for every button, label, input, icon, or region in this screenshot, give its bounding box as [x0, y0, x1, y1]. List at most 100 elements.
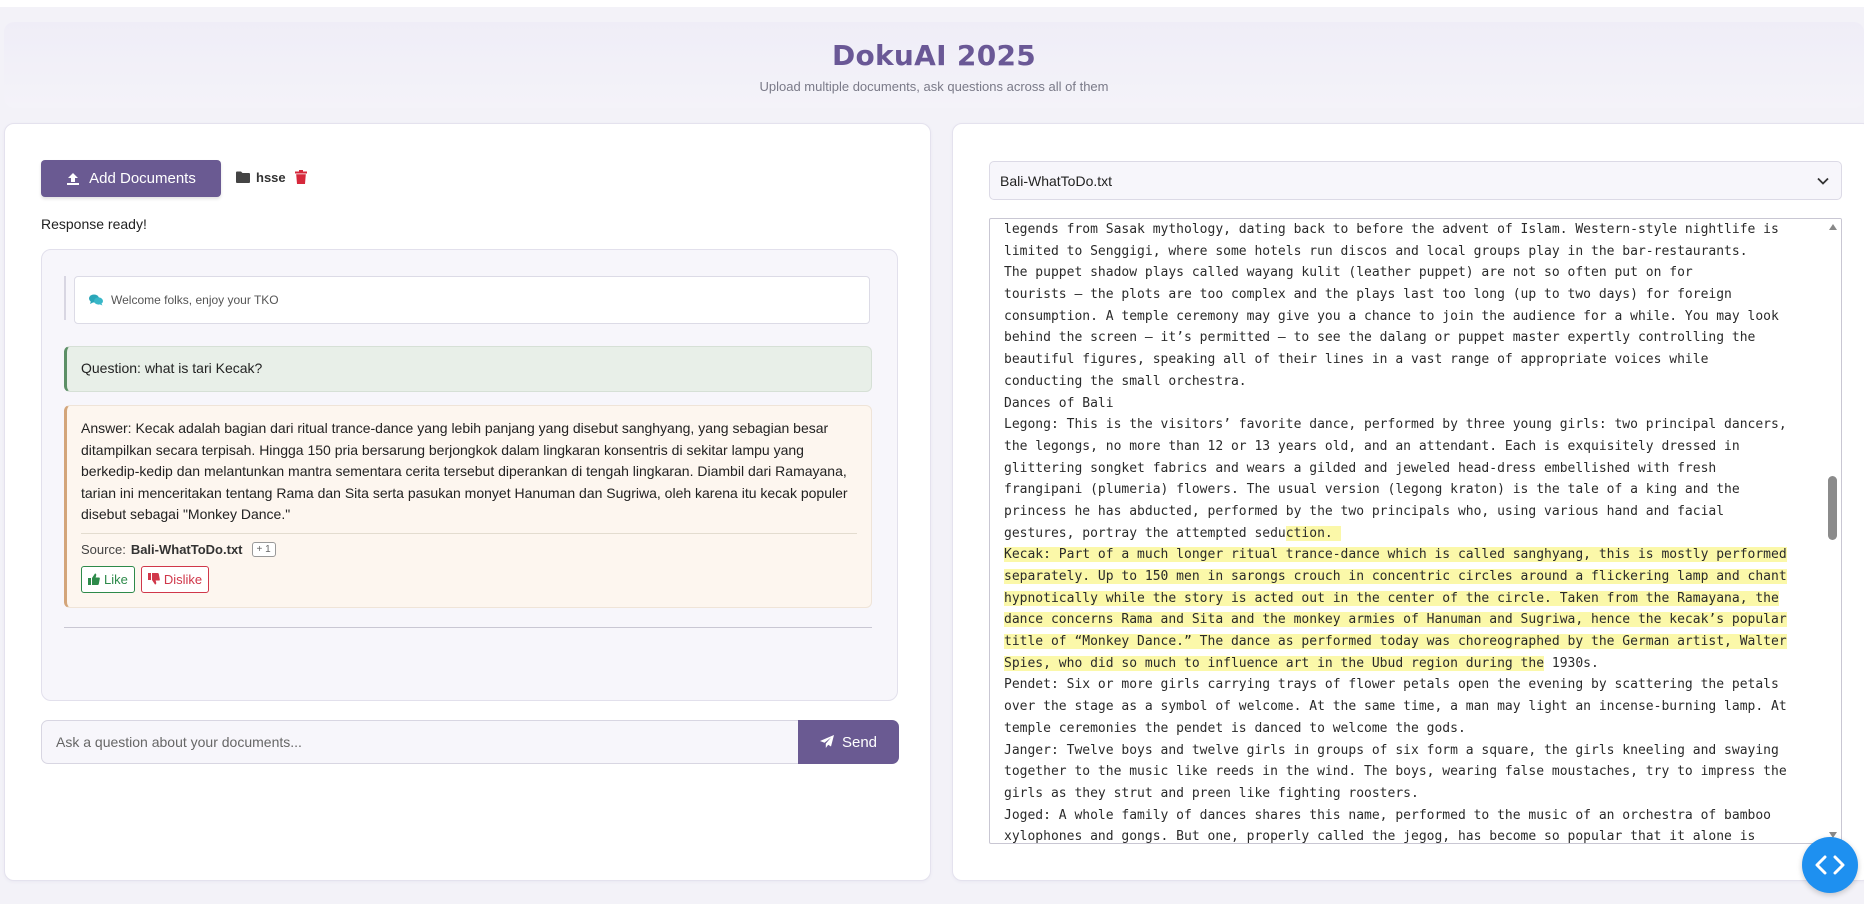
document-line-text: beautiful figures, speaking all of their…: [1004, 352, 1709, 368]
document-line-text: tourists — the plots are too complex and…: [1004, 287, 1732, 303]
document-line-text: Janger: Twelve boys and twelve girls in …: [1004, 742, 1779, 758]
document-line: beautiful figures, speaking all of their…: [1004, 349, 1708, 371]
scroll-thumb[interactable]: [1828, 476, 1837, 540]
trash-icon[interactable]: [294, 170, 307, 184]
dislike-label: Dislike: [163, 571, 203, 587]
document-line-text: consumption. A temple ceremony may give …: [1004, 308, 1779, 324]
answer-source: Source: Bali-WhatToDo.txt + 1: [81, 541, 857, 557]
status-text: Response ready!: [41, 216, 147, 232]
thumbs-down-icon: [147, 573, 160, 585]
highlighted-source-text: hypnotically while the story is acted ou…: [1004, 590, 1779, 606]
app-title: DokuAI 2025: [831, 39, 1037, 72]
scroll-up-arrow-icon[interactable]: [1829, 224, 1837, 230]
document-line: Legong: This is the visitors’ favorite d…: [1004, 414, 1787, 436]
highlighted-source-text: dance concerns Rama and Sita and the mon…: [1004, 612, 1787, 628]
chevron-down-icon: [1817, 177, 1829, 185]
chat-bubbles-icon: [89, 294, 103, 306]
document-line-text: 1930s.: [1544, 655, 1599, 671]
document-line: the legongs, no more than 12 or 13 years…: [1004, 436, 1740, 458]
document-line-text: Dances of Bali: [1004, 395, 1114, 411]
document-line: Joged: A whole family of dances shares t…: [1004, 805, 1771, 827]
document-line: Dances of Bali: [1004, 393, 1676, 415]
answer-bubble: Answer: Kecak adalah bagian dari ritual …: [64, 405, 872, 608]
document-line: Pendet: Six or more girls carrying trays…: [1004, 674, 1779, 696]
send-button[interactable]: Send: [798, 720, 899, 764]
document-line-text: The puppet shadow plays called wayang ku…: [1004, 265, 1693, 281]
welcome-message: Welcome folks, enjoy your TKO: [74, 276, 870, 324]
document-line: together to the music like reeds in the …: [1004, 761, 1787, 783]
answer-text: Answer: Kecak adalah bagian dari ritual …: [81, 420, 848, 523]
send-label: Send: [841, 733, 878, 751]
highlighted-source-text: ction.: [1285, 525, 1341, 541]
document-line: dance concerns Rama and Sita and the mon…: [1004, 609, 1787, 631]
welcome-text: Welcome folks, enjoy your TKO: [111, 293, 279, 307]
app-header: DokuAI 2025 Upload multiple documents, a…: [4, 22, 1864, 108]
add-documents-label: Add Documents: [89, 170, 196, 187]
like-button[interactable]: Like: [81, 565, 135, 593]
upload-icon: [67, 172, 80, 185]
folder-name: hsse: [256, 169, 286, 185]
document-line: temple ceremonies the pendet is danced t…: [1004, 718, 1676, 740]
document-line: Kecak: Part of a much longer ritual tran…: [1004, 544, 1787, 566]
document-line: gestures, portray the attempted seductio…: [1004, 523, 1676, 545]
document-line-text: temple ceremonies the pendet is danced t…: [1004, 720, 1466, 736]
highlighted-source-text: title of “Monkey Dance.” The dance as pe…: [1004, 634, 1787, 650]
document-line: conducting the small orchestra.: [1004, 371, 1676, 393]
add-documents-button[interactable]: Add Documents: [41, 160, 221, 197]
document-line: Janger: Twelve boys and twelve girls in …: [1004, 740, 1779, 762]
folder-icon: [236, 171, 250, 183]
thumbs-up-icon: [88, 573, 100, 586]
document-line: behind the screen — it’s permitted — to …: [1004, 327, 1755, 349]
like-label: Like: [104, 571, 128, 587]
document-line-text: gestures, portray the attempted sedu: [1004, 525, 1286, 541]
document-line-text: frangipani (plumeria) flowers. The usual…: [1004, 482, 1740, 498]
document-line: over the stage as a symbol of welcome. A…: [1004, 696, 1787, 718]
document-line-text: glittering songket fabrics and wears a g…: [1004, 460, 1717, 476]
answer-divider: [81, 532, 857, 534]
app-subtitle: Upload multiple documents, ask questions…: [759, 79, 1109, 94]
document-line: Spies, who did so much to influence art …: [1004, 653, 1676, 675]
document-line: consumption. A temple ceremony may give …: [1004, 306, 1779, 328]
code-toggle-button[interactable]: [1802, 837, 1858, 893]
top-strip: [0, 0, 1864, 7]
highlighted-source-text: separately. Up to 150 men in sarongs cro…: [1004, 569, 1787, 584]
dislike-button[interactable]: Dislike: [140, 565, 210, 593]
document-line-text: limited to Senggigi, where some hotels r…: [1004, 243, 1748, 259]
document-line-text: princess he has abducted, performed by t…: [1004, 503, 1725, 519]
document-line-text: legends from Sasak mythology, dating bac…: [1004, 222, 1779, 237]
document-line: The puppet shadow plays called wayang ku…: [1004, 262, 1693, 284]
chat-history: Welcome folks, enjoy your TKO Question: …: [41, 249, 898, 701]
document-scrollbar[interactable]: [1825, 219, 1841, 843]
document-line: xylophones and gongs. But one, properly …: [1004, 826, 1755, 843]
document-line: separately. Up to 150 men in sarongs cro…: [1004, 566, 1787, 588]
document-line-text: over the stage as a symbol of welcome. A…: [1004, 699, 1787, 715]
source-label: Source:: [81, 541, 126, 557]
question-bubble: Question: what is tari Kecak?: [64, 346, 872, 392]
code-icon: [1815, 855, 1845, 875]
document-line: girls as they strut and preen like fight…: [1004, 783, 1676, 805]
document-line: limited to Senggigi, where some hotels r…: [1004, 241, 1748, 263]
document-line-text: behind the screen — it’s permitted — to …: [1004, 330, 1756, 346]
document-line-text: conducting the small orchestra.: [1004, 373, 1247, 389]
welcome-wrapper: Welcome folks, enjoy your TKO: [64, 276, 870, 324]
document-line-text: xylophones and gongs. But one, properly …: [1004, 829, 1756, 844]
document-line: tourists — the plots are too complex and…: [1004, 284, 1732, 306]
document-line-text: the legongs, no more than 12 or 13 years…: [1004, 438, 1740, 454]
document-line: hypnotically while the story is acted ou…: [1004, 588, 1779, 610]
document-line: princess he has abducted, performed by t…: [1004, 501, 1724, 523]
highlighted-source-text: Kecak: Part of a much longer ritual tran…: [1004, 547, 1787, 563]
folder-tag: hsse: [236, 166, 307, 188]
source-file[interactable]: Bali-WhatToDo.txt: [131, 542, 243, 557]
more-sources-badge[interactable]: + 1: [251, 541, 276, 557]
document-viewer[interactable]: legends from Sasak mythology, dating bac…: [989, 218, 1842, 844]
chat-panel: Add Documents hsse Response ready! Welco…: [4, 123, 931, 881]
question-input[interactable]: [41, 720, 803, 764]
document-select[interactable]: Bali-WhatToDo.txt: [989, 161, 1842, 200]
document-text: legends from Sasak mythology, dating bac…: [1004, 219, 1787, 843]
document-line-text: Joged: A whole family of dances shares t…: [1004, 807, 1772, 823]
feedback-buttons: Like Dislike: [81, 565, 857, 593]
document-line: legends from Sasak mythology, dating bac…: [1004, 219, 1779, 241]
document-line: glittering songket fabrics and wears a g…: [1004, 458, 1716, 480]
chat-divider: [64, 627, 872, 628]
document-panel: Bali-WhatToDo.txt legends from Sasak myt…: [952, 123, 1864, 881]
